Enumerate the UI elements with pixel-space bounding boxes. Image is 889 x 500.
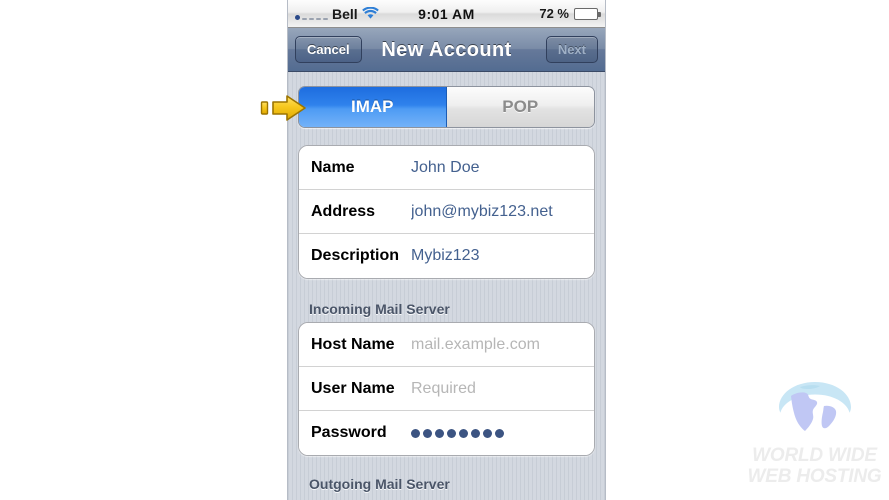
password-dot [471,428,480,438]
watermark-line-2: WEB HOSTING [747,466,882,487]
phone-screen: Bell 9:01 AM 72 % Cancel New Account Nex… [288,0,605,500]
next-button[interactable]: Next [545,36,598,63]
globe-icon [772,378,858,445]
address-input[interactable]: john@mybiz123.net [411,203,553,221]
account-info-group: Name John Doe Address john@mybiz123.net … [298,145,595,279]
watermark: WORLD WIDE WEB HOSTING [742,378,887,496]
row-label-password: Password [311,424,387,441]
segment-pop[interactable]: POP [446,87,594,127]
segment-imap[interactable]: IMAP [299,87,447,127]
password-input[interactable] [411,428,504,438]
wifi-icon [361,7,379,20]
description-input[interactable]: Mybiz123 [411,247,479,265]
battery-percent-label: 72 % [539,6,569,21]
incoming-mail-server-group: Host Name mail.example.com User Name Req… [298,322,595,456]
user-name-input[interactable]: Required [411,380,476,398]
signal-dots-icon [295,8,328,20]
clock-label: 9:01 AM [418,6,475,22]
row-label-host-name: Host Name [311,335,395,353]
password-dot [495,428,504,438]
row-label-description: Description [311,247,400,264]
navigation-bar: Cancel New Account Next [288,28,605,72]
table-row-host-name[interactable]: Host Name mail.example.com [299,323,594,367]
row-label-user-name: User Name [311,379,395,397]
password-dot [411,428,420,438]
row-label-name: Name [311,158,355,176]
password-dot [483,428,492,438]
account-type-segmented-control[interactable]: IMAP POP [298,86,595,128]
status-bar-right: 72 % [539,6,601,21]
status-bar-left: Bell [295,6,379,22]
password-dot [435,428,444,438]
password-dot [459,428,468,438]
password-dot [447,428,456,438]
outgoing-mail-server-header: Outgoing Mail Server [309,476,450,492]
table-row-address[interactable]: Address john@mybiz123.net [299,190,594,234]
host-name-input[interactable]: mail.example.com [411,336,540,354]
carrier-label: Bell [332,5,358,22]
password-dot [423,428,432,438]
form-content: IMAP POP Name John Doe Address john@mybi… [288,86,605,492]
table-row-user-name[interactable]: User Name Required [299,367,594,411]
battery-icon [574,7,601,20]
table-row-description[interactable]: Description Mybiz123 [299,234,594,278]
row-label-address: Address [311,202,376,220]
table-row-name[interactable]: Name John Doe [299,146,594,190]
watermark-line-1: WORLD WIDE [752,445,877,466]
table-row-password[interactable]: Password [299,411,594,455]
status-bar: Bell 9:01 AM 72 % [288,0,605,28]
screenshot-stage: Bell 9:01 AM 72 % Cancel New Account Nex… [0,0,889,500]
name-input[interactable]: John Doe [411,159,480,177]
cancel-button[interactable]: Cancel [295,36,362,63]
incoming-mail-server-header: Incoming Mail Server [309,301,450,317]
